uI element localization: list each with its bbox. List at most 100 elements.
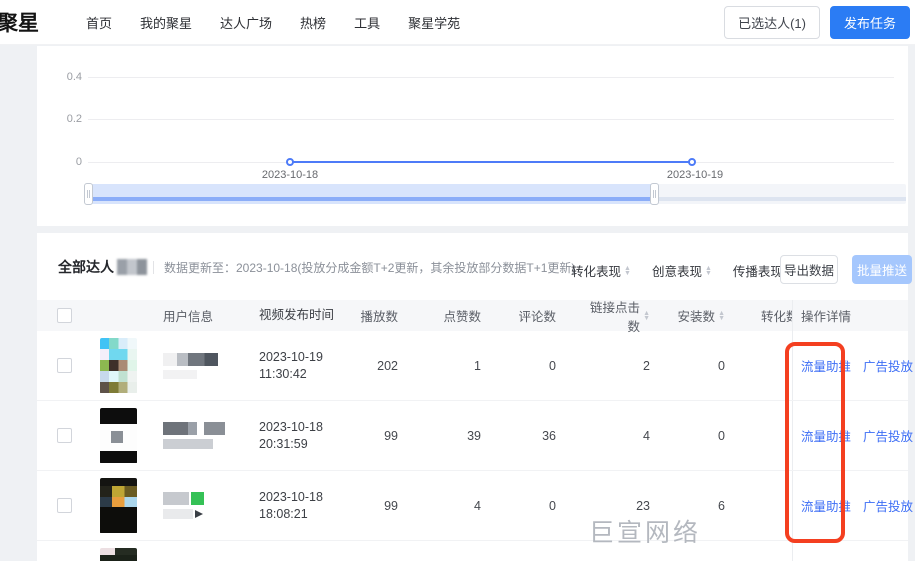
data-point-2023-10-18 <box>286 158 294 166</box>
time-range-slider[interactable] <box>84 183 906 205</box>
header-conversion-count: 转化数 <box>761 310 792 324</box>
header-like-count: 点赞数 <box>443 310 481 324</box>
divider <box>153 260 154 274</box>
sort-carets-icon: ▲ ▼ <box>718 310 725 322</box>
y-tick-0: 0 <box>75 156 82 168</box>
caret-down-icon: ▼ <box>624 269 631 277</box>
like-count: 1 <box>474 358 481 373</box>
publish-date: 2023-10-18 <box>259 489 323 504</box>
action-cell <box>792 541 908 561</box>
row-checkbox[interactable] <box>57 498 72 513</box>
video-thumbnail[interactable] <box>100 407 137 464</box>
gridline-04 <box>88 77 894 78</box>
chart-line-series <box>290 161 695 163</box>
app-logo: 聚星 <box>0 12 39 35</box>
row-checkbox[interactable] <box>57 358 72 373</box>
like-count: 4 <box>474 498 481 513</box>
header-play-count: 播放数 <box>360 310 398 324</box>
nav-item-academy[interactable]: 聚星学苑 <box>408 13 460 32</box>
batch-push-button[interactable]: 批量推送 <box>852 255 912 284</box>
like-count: 39 <box>467 428 481 443</box>
video-thumbnail[interactable] <box>100 547 137 561</box>
publish-clock: 18:08:21 <box>259 506 308 521</box>
data-update-note: 数据更新至：2023-10-18(投放分成金额T+2更新，其余投放部分数据T+1… <box>164 260 576 275</box>
panel-title: 全部达人 <box>58 259 114 275</box>
selected-creators-button[interactable]: 已选达人(1) <box>724 5 820 39</box>
user-info-redacted <box>147 352 259 379</box>
traffic-boost-link[interactable]: 流量助推 <box>801 356 851 375</box>
video-thumbnail[interactable] <box>100 337 137 394</box>
y-tick-02: 0.2 <box>66 113 82 125</box>
slider-right-handle[interactable] <box>650 183 659 205</box>
sorter-creative[interactable]: 创意表现 ▲ ▼ <box>652 261 712 280</box>
play-count: 99 <box>384 428 398 443</box>
panel-header: 全部达人 数据更新至：2023-10-18(投放分成金额T+2更新，其余投放部分… <box>58 257 575 277</box>
video-thumbnail-cell <box>92 477 147 534</box>
sort-carets-icon: ▲ ▼ <box>704 265 712 277</box>
nav-item-hot-list[interactable]: 热榜 <box>300 13 326 32</box>
nav-item-my-juxing[interactable]: 我的聚星 <box>140 13 192 32</box>
caret-down-icon: ▼ <box>643 314 650 322</box>
user-info-redacted <box>147 492 259 519</box>
sort-carets-icon: ▲ ▼ <box>624 265 631 277</box>
row-checkbox-cell <box>37 428 92 443</box>
nav-menu: 首页 我的聚星 达人广场 热榜 工具 聚星学苑 <box>86 13 460 32</box>
header-link-clicks[interactable]: 链接点击数 ▲ ▼ <box>582 297 672 335</box>
nav-item-creator-plaza[interactable]: 达人广场 <box>220 13 272 32</box>
video-thumbnail-cell <box>92 547 147 561</box>
traffic-boost-link[interactable]: 流量助推 <box>801 496 851 515</box>
action-cell: 流量助推 广告投放 <box>792 401 913 470</box>
publish-time-cell: 2023-10-19 11:30:42 <box>259 349 357 383</box>
sorter-creative-label: 创意表现 <box>651 265 702 279</box>
table-row: 2023-10-18 20:31:59 99 39 36 4 0 流量助推 广告… <box>37 401 913 471</box>
select-all-checkbox[interactable] <box>57 308 72 323</box>
sorter-conversion-label: 转化表现 <box>571 265 622 279</box>
top-nav: 聚星 首页 我的聚星 达人广场 热榜 工具 聚星学苑 已选达人(1) 发布任务 <box>0 0 915 45</box>
table-row: 2023-10-18 <box>37 541 908 561</box>
row-checkbox-cell <box>37 358 92 373</box>
row-checkbox-cell <box>37 498 92 513</box>
nav-item-home[interactable]: 首页 <box>86 13 112 32</box>
video-thumbnail-cell <box>92 407 147 464</box>
link-click-count: 23 <box>636 498 650 513</box>
app-screen: 聚星 首页 我的聚星 达人广场 热榜 工具 聚星学苑 已选达人(1) 发布任务 … <box>0 0 915 561</box>
publish-time-cell: 2023-10-18 20:31:59 <box>259 419 357 453</box>
x-tick-2023-10-19: 2023-10-19 <box>666 169 724 181</box>
gridline-02 <box>88 119 894 120</box>
video-thumbnail[interactable] <box>100 477 137 534</box>
redacted-title-text <box>117 259 147 275</box>
header-install-count-label: 安装数 <box>677 310 716 324</box>
export-data-button[interactable]: 导出数据 <box>780 255 838 284</box>
trend-chart-card: 0.4 0.2 0 2023-10-18 2023-10-19 <box>37 46 908 226</box>
sorter-conversion[interactable]: 转化表现 ▲ ▼ <box>571 261 631 280</box>
caret-down-icon: ▼ <box>704 269 712 277</box>
row-checkbox[interactable] <box>57 428 72 443</box>
header-publish-time: 视频发布时间 <box>259 308 335 322</box>
data-point-2023-10-19 <box>688 158 696 166</box>
table-row: 2023-10-18 18:08:21 99 4 0 23 6 流量助推 广告投… <box>37 471 913 541</box>
caret-down-icon: ▼ <box>718 314 725 322</box>
comment-count: 36 <box>542 428 556 443</box>
header-install-count[interactable]: 安装数 ▲ ▼ <box>672 306 747 325</box>
comment-count: 0 <box>549 358 556 373</box>
nav-item-tools[interactable]: 工具 <box>354 13 380 32</box>
traffic-boost-link[interactable]: 流量助推 <box>801 426 851 445</box>
x-tick-2023-10-18: 2023-10-18 <box>261 169 319 181</box>
ad-delivery-link[interactable]: 广告投放 <box>863 496 913 515</box>
slider-selected-range[interactable] <box>88 184 655 204</box>
ad-delivery-link[interactable]: 广告投放 <box>863 426 913 445</box>
creator-table: 用户信息 视频发布时间 播放数 点赞数 评论数 链接点击数 ▲ ▼ 安装数 ▲ <box>37 300 913 561</box>
publish-clock: 11:30:42 <box>259 366 307 381</box>
play-count: 202 <box>377 358 398 373</box>
header-comment-count: 评论数 <box>518 310 556 324</box>
sort-carets-icon: ▲ ▼ <box>643 310 650 322</box>
publish-task-button[interactable]: 发布任务 <box>829 5 910 39</box>
header-link-clicks-label: 链接点击数 <box>590 300 641 334</box>
table-row: 2023-10-19 11:30:42 202 1 0 2 0 流量助推 广告投… <box>37 331 913 401</box>
performance-sorters: 转化表现 ▲ ▼ 创意表现 ▲ ▼ 传播表现 ▲ ▼ <box>571 261 793 280</box>
creator-data-card: 全部达人 数据更新至：2023-10-18(投放分成金额T+2更新，其余投放部分… <box>37 233 913 561</box>
slider-left-handle[interactable] <box>84 183 93 205</box>
ad-delivery-link[interactable]: 广告投放 <box>863 356 913 375</box>
publish-date: 2023-10-18 <box>259 419 323 434</box>
table-header-row: 用户信息 视频发布时间 播放数 点赞数 评论数 链接点击数 ▲ ▼ 安装数 ▲ <box>37 300 908 334</box>
